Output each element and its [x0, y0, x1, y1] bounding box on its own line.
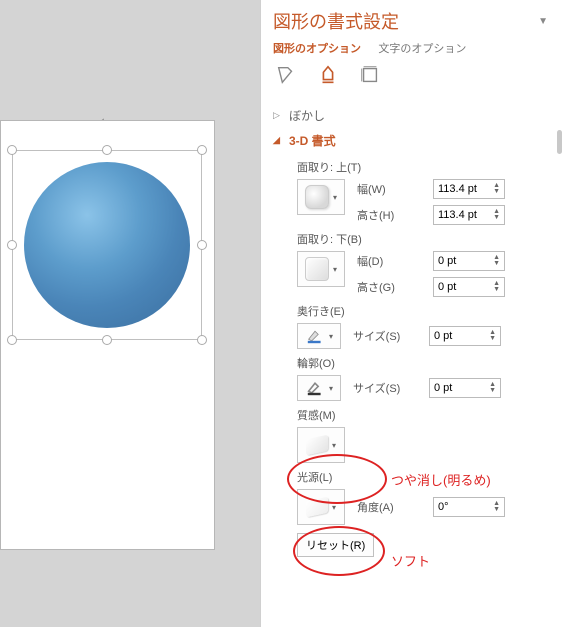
bevel-top-group: 面取り: 上(T) ▾ 幅(W) 113.4 pt ▲▼ 高さ(H)	[297, 159, 564, 225]
slide-canvas	[0, 0, 260, 627]
fill-color-icon	[305, 328, 325, 344]
chevron-down-icon: ▾	[333, 193, 337, 202]
bevel-bottom-group: 面取り: 下(B) ▾ 幅(D) 0 pt ▲▼ 高さ(G)	[297, 231, 564, 297]
lighting-angle-value: 0°	[438, 501, 449, 513]
contour-size-input[interactable]: 0 pt ▲▼	[429, 378, 501, 398]
handle-w[interactable]	[7, 240, 17, 250]
lighting-angle-label: 角度(A)	[357, 499, 417, 515]
panel-scrollbar[interactable]	[557, 130, 562, 154]
depth-group: 奥行き(E) ▾ サイズ(S) 0 pt ▲▼	[297, 303, 564, 349]
annotation-circle-material	[287, 454, 387, 504]
material-preview-icon	[306, 435, 328, 456]
chevron-down-icon: ▾	[329, 384, 333, 393]
lighting-angle-input[interactable]: 0° ▲▼	[433, 497, 505, 517]
format-shape-panel: 図形の書式設定 ▼ 図形のオプション 文字のオプション ▷ ぼかし ◢ 3-D …	[260, 0, 564, 627]
contour-size-value: 0 pt	[434, 382, 452, 394]
section-blur[interactable]: ▷ ぼかし	[273, 103, 564, 128]
panel-title: 図形の書式設定 ▼	[273, 8, 564, 34]
contour-size-label: サイズ(S)	[353, 380, 413, 396]
bevel-top-width-value: 113.4 pt	[438, 183, 477, 195]
chevron-down-icon: ▾	[333, 265, 337, 274]
option-tabs: 図形のオプション 文字のオプション	[273, 40, 564, 56]
bevel-top-height-label: 高さ(H)	[357, 207, 417, 223]
contour-color-picker[interactable]: ▾	[297, 375, 341, 401]
depth-size-value: 0 pt	[434, 330, 452, 342]
bevel-bottom-label: 面取り: 下(B)	[297, 231, 397, 247]
contour-label: 輪郭(O)	[297, 355, 397, 371]
section-blur-label: ぼかし	[289, 107, 325, 124]
bevel-bottom-width-label: 幅(D)	[357, 253, 417, 269]
tab-shape-options[interactable]: 図形のオプション	[273, 43, 361, 55]
bevel-top-width-input[interactable]: 113.4 pt ▲▼	[433, 179, 505, 199]
fill-line-icon[interactable]	[275, 64, 297, 89]
handle-e[interactable]	[197, 240, 207, 250]
section-3d-label: 3-D 書式	[289, 132, 336, 149]
bevel-bottom-picker[interactable]: ▾	[297, 251, 345, 287]
bevel-bottom-width-input[interactable]: 0 pt ▲▼	[433, 251, 505, 271]
category-icons	[275, 64, 564, 89]
bevel-top-height-value: 113.4 pt	[438, 209, 477, 221]
bevel-bottom-preview-icon	[305, 257, 329, 281]
bevel-bottom-height-value: 0 pt	[438, 281, 456, 293]
chevron-down-icon: ▾	[329, 332, 333, 341]
effects-icon[interactable]	[317, 64, 339, 89]
annotation-material-label: つや消し(明るめ)	[391, 470, 491, 489]
bevel-top-width-label: 幅(W)	[357, 181, 417, 197]
material-label: 質感(M)	[297, 407, 397, 423]
handle-nw[interactable]	[7, 145, 17, 155]
contour-group: 輪郭(O) ▾ サイズ(S) 0 pt ▲▼	[297, 355, 564, 401]
chevron-down-icon: ◢	[273, 135, 283, 146]
depth-size-label: サイズ(S)	[353, 328, 413, 344]
annotation-lighting-label: ソフト	[391, 551, 430, 570]
handle-ne[interactable]	[197, 145, 207, 155]
bevel-top-height-input[interactable]: 113.4 pt ▲▼	[433, 205, 505, 225]
chevron-right-icon: ▷	[273, 110, 283, 121]
bevel-top-preview-icon	[305, 185, 329, 209]
handle-se[interactable]	[197, 335, 207, 345]
bevel-top-label: 面取り: 上(T)	[297, 159, 397, 175]
bevel-bottom-height-label: 高さ(G)	[357, 279, 417, 295]
bevel-bottom-height-input[interactable]: 0 pt ▲▼	[433, 277, 505, 297]
selection-box	[12, 150, 202, 340]
bevel-top-picker[interactable]: ▾	[297, 179, 345, 215]
section-3d-format[interactable]: ◢ 3-D 書式	[273, 128, 564, 153]
bevel-bottom-width-value: 0 pt	[438, 255, 456, 267]
outline-color-icon	[305, 380, 325, 396]
annotation-circle-lighting	[293, 526, 385, 576]
depth-label: 奥行き(E)	[297, 303, 397, 319]
size-properties-icon[interactable]	[359, 64, 381, 89]
depth-color-picker[interactable]: ▾	[297, 323, 341, 349]
handle-n[interactable]	[102, 145, 112, 155]
depth-size-input[interactable]: 0 pt ▲▼	[429, 326, 501, 346]
chevron-down-icon: ▾	[332, 441, 336, 450]
handle-sw[interactable]	[7, 335, 17, 345]
panel-title-text: 図形の書式設定	[273, 8, 399, 34]
tab-text-options[interactable]: 文字のオプション	[378, 43, 466, 55]
handle-s[interactable]	[102, 335, 112, 345]
panel-menu-icon[interactable]: ▼	[538, 16, 548, 27]
